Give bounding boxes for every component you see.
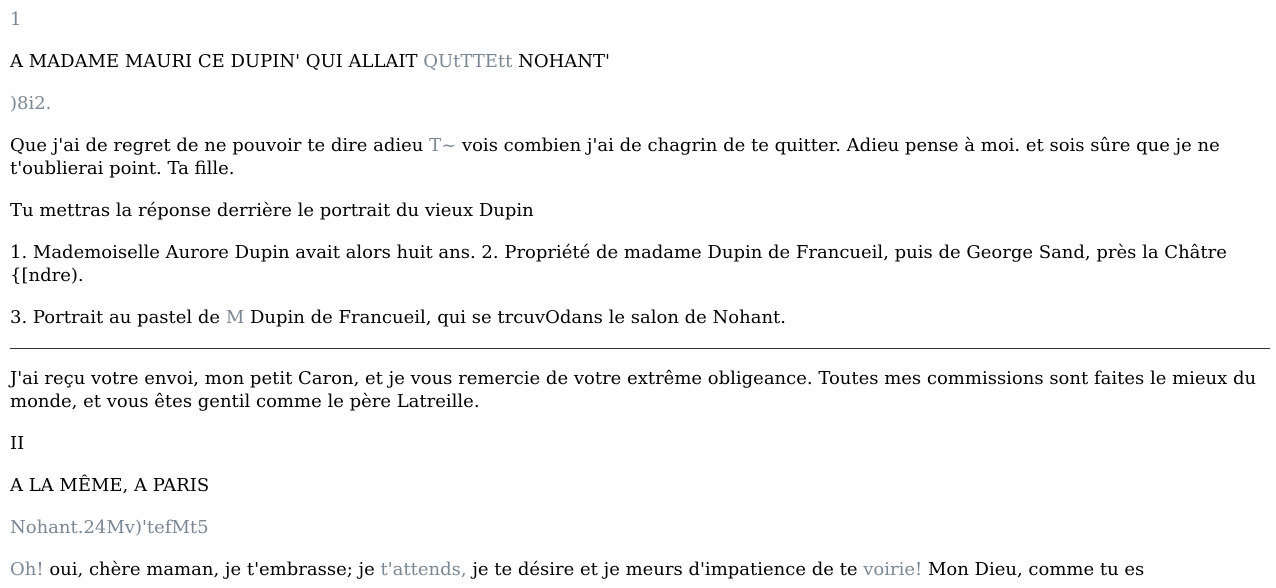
- footnote: 3. Portrait au pastel de M Dupin de Fran…: [10, 306, 1270, 329]
- section-divider: [10, 348, 1270, 349]
- letter-body: Oh! oui, chère maman, je t'embrasse; je …: [10, 558, 1270, 581]
- letter-heading: A MADAME MAURI CE DUPIN' QUI ALLAIT QUtT…: [10, 50, 1270, 73]
- letter-body-ocr-fragment: voirie!: [863, 559, 923, 580]
- letter-body-text: oui, chère maman, je t'embrasse; je: [43, 559, 381, 580]
- footnote-ocr-fragment: M: [225, 307, 245, 328]
- document-page: 1 A MADAME MAURI CE DUPIN' QUI ALLAIT QU…: [0, 0, 1276, 581]
- footnote-text: 3. Portrait au pastel de: [10, 307, 226, 328]
- heading-text-end: NOHANT': [512, 51, 611, 72]
- letter-date: Nohant.24Mv)'tefMt5: [10, 517, 209, 538]
- heading-text: A MADAME MAURI CE DUPIN' QUI ALLAIT: [10, 51, 424, 72]
- heading-ocr-fragment: QUtTTEtt: [423, 51, 513, 72]
- letter-body-text: Que j'ai de regret de ne pouvoir te dire…: [10, 135, 430, 156]
- letter-date: )8i2.: [10, 93, 52, 114]
- letter-body: J'ai reçu votre envoi, mon petit Caron, …: [10, 368, 1257, 412]
- page-number: 1: [10, 9, 22, 30]
- letter-body: Que j'ai de regret de ne pouvoir te dire…: [10, 134, 1270, 180]
- letter-body-ocr-fragment: Oh!: [10, 559, 44, 580]
- letter-numeral: II: [10, 433, 25, 454]
- letter-body-ocr-fragment: T~: [429, 135, 457, 156]
- postscript: Tu mettras la réponse derrière le portra…: [10, 200, 534, 221]
- letter-body-text: Mon Dieu, comme tu es: [922, 559, 1145, 580]
- footnote: 1. Mademoiselle Aurore Dupin avait alors…: [10, 242, 1227, 286]
- letter-body-ocr-fragment: t'attends,: [380, 559, 467, 580]
- letter-body-text: je te désire et je meurs d'impatience de…: [466, 559, 864, 580]
- letter-heading: A LA MÊME, A PARIS: [10, 475, 210, 496]
- footnote-text-end: Dupin de Francueil, qui se trcuvOdans le…: [244, 307, 786, 328]
